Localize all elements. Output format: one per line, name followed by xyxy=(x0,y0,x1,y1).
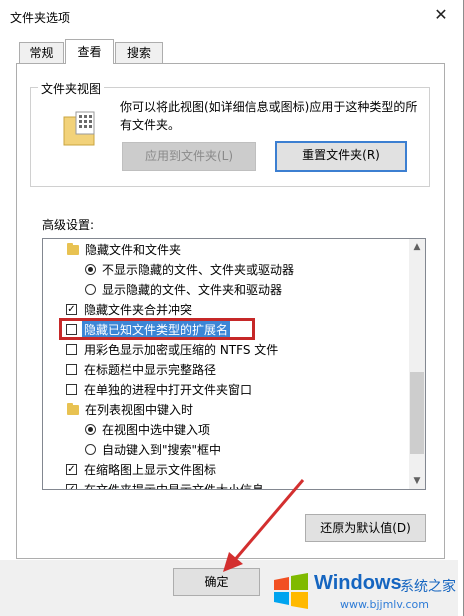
scroll-down-icon[interactable]: ▼ xyxy=(409,473,425,489)
list-item-label: 在单独的进程中打开文件夹窗口 xyxy=(84,383,253,397)
watermark-url: www.bjjmlv.com xyxy=(340,598,429,611)
restore-defaults-button[interactable]: 还原为默认值(D) xyxy=(305,514,426,542)
tab-search[interactable]: 搜索 xyxy=(115,42,163,63)
checkbox-unchecked[interactable] xyxy=(66,384,77,395)
list-item-label: 隐藏文件和文件夹 xyxy=(85,243,182,257)
folder-view-icon xyxy=(63,111,95,146)
close-icon[interactable]: ✕ xyxy=(430,4,452,26)
list-item-label: 隐藏文件夹合并冲突 xyxy=(84,303,193,317)
watermark-brand-cn: 系统之家 xyxy=(400,579,456,595)
list-item-label: 用彩色显示加密或压缩的 NTFS 文件 xyxy=(84,343,279,357)
list-item-label: 在列表视图中键入时 xyxy=(85,403,194,417)
list-item-label: 显示隐藏的文件、文件夹和驱动器 xyxy=(102,283,283,297)
reset-folders-button[interactable]: 重置文件夹(R) xyxy=(275,141,407,172)
annotation-arrow-icon xyxy=(223,479,305,572)
checkbox-unchecked[interactable] xyxy=(66,364,77,375)
radio-button[interactable] xyxy=(85,284,96,295)
list-item-label: 自动键入到"搜索"框中 xyxy=(102,443,222,457)
list-item-label: 在视图中选中键入项 xyxy=(102,423,211,437)
dialog-title: 文件夹选项 xyxy=(10,11,71,25)
checkbox-unchecked[interactable] xyxy=(66,344,77,355)
scrollbar-thumb[interactable] xyxy=(410,372,424,454)
folder-icon xyxy=(67,403,79,415)
list-item-label: 不显示隐藏的文件、文件夹或驱动器 xyxy=(102,263,295,277)
advanced-settings-list[interactable]: 隐藏文件和文件夹 不显示隐藏的文件、文件夹或驱动器 显示隐藏的文件、文件夹和驱动… xyxy=(42,238,426,490)
checkbox-checked[interactable]: ✓ xyxy=(66,464,77,475)
scroll-up-icon[interactable]: ▲ xyxy=(409,239,425,255)
tab-general[interactable]: 常规 xyxy=(19,42,64,63)
list-item-label: 在标题栏中显示完整路径 xyxy=(84,363,217,377)
advanced-settings-label: 高级设置: xyxy=(42,218,95,232)
annotation-highlight-box xyxy=(59,318,255,340)
windows-logo-icon xyxy=(274,573,308,609)
radio-button[interactable] xyxy=(85,264,96,275)
checkbox-checked[interactable]: ✓ xyxy=(66,484,77,489)
radio-button[interactable] xyxy=(85,444,96,455)
list-item-label: 在缩略图上显示文件图标 xyxy=(84,463,217,477)
watermark: Windows 系统之家 www.bjjmlv.com xyxy=(272,568,464,616)
folder-views-description: 你可以将此视图(如详细信息或图标)应用于这种类型的所有文件夹。 xyxy=(120,100,418,132)
radio-button[interactable] xyxy=(85,424,96,435)
folder-icon xyxy=(67,243,79,255)
checkbox-checked[interactable]: ✓ xyxy=(66,304,77,315)
tab-view[interactable]: 查看 xyxy=(65,39,114,64)
apply-to-folders-button[interactable]: 应用到文件夹(L) xyxy=(122,142,256,171)
folder-views-title: 文件夹视图 xyxy=(38,80,105,97)
watermark-brand: Windows xyxy=(314,572,402,594)
title-bar[interactable]: 文件夹选项 ✕ xyxy=(0,0,458,34)
